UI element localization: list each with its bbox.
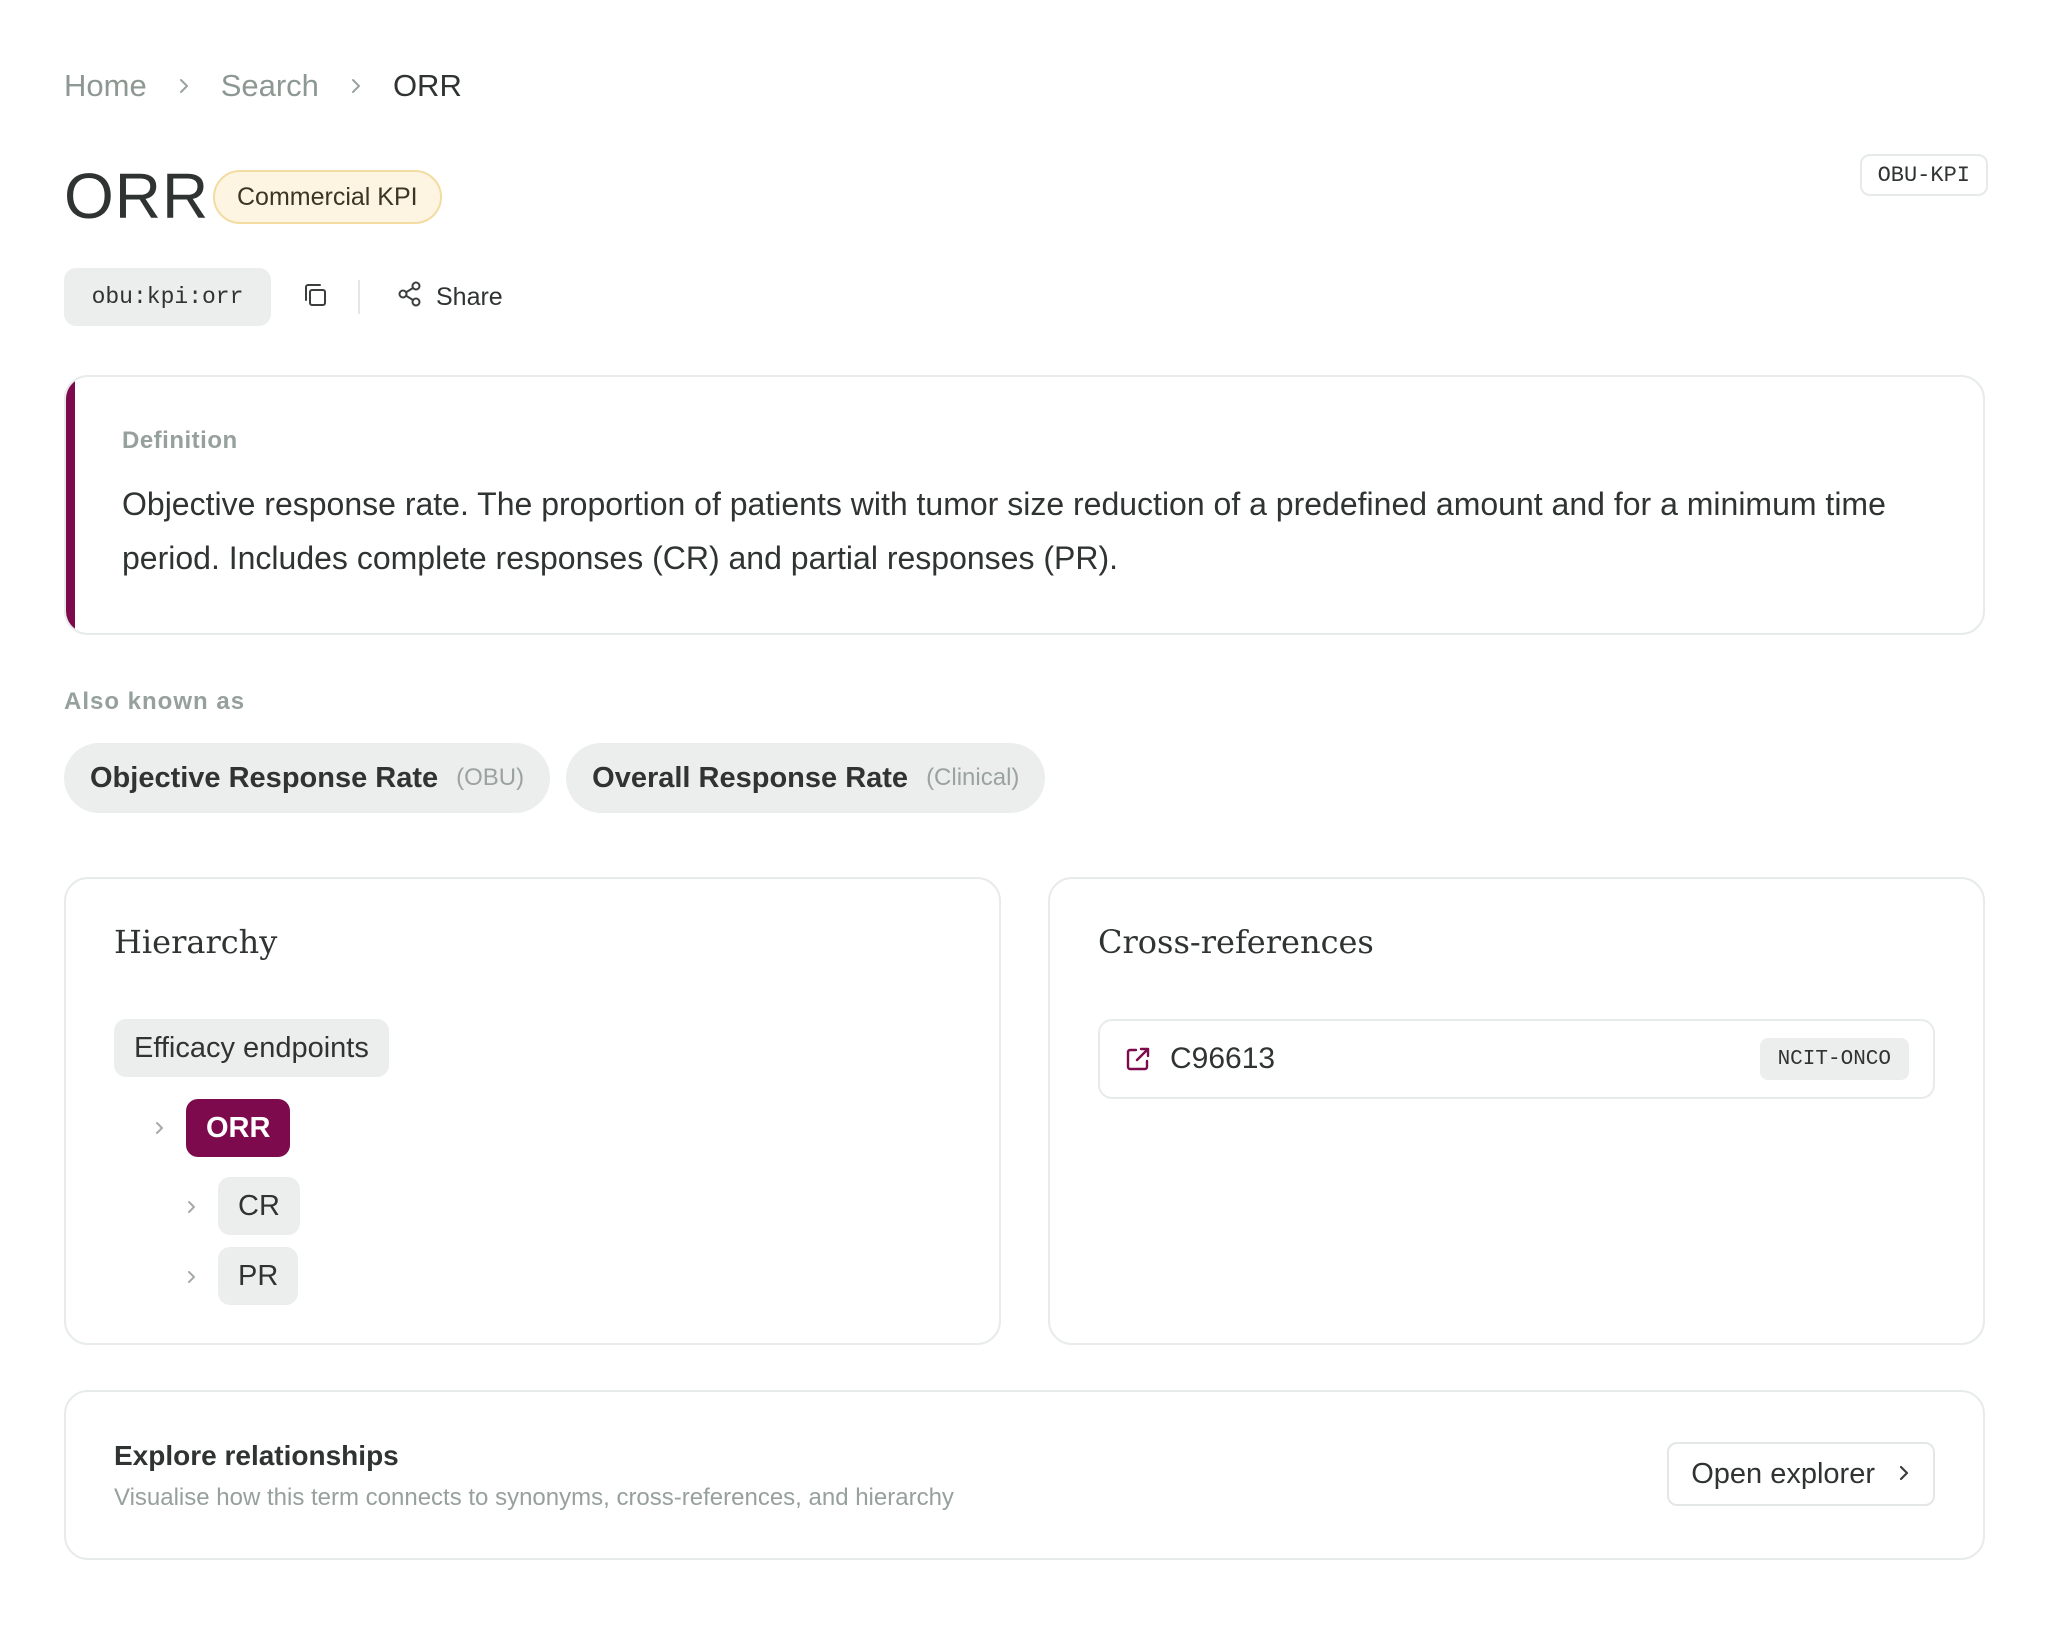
- synonym-source: (Clinical): [926, 764, 1020, 791]
- cross-references-title: Cross-references: [1098, 923, 1374, 961]
- chevron-right-icon: [184, 1197, 200, 1217]
- synonym-pill[interactable]: Overall Response Rate (Clinical): [566, 743, 1046, 813]
- open-explorer-label: Open explorer: [1691, 1457, 1875, 1490]
- external-link-icon: [1124, 1045, 1152, 1073]
- copy-button[interactable]: [296, 278, 334, 316]
- synonym-list: Objective Response Rate (OBU) Overall Re…: [64, 743, 1046, 813]
- breadcrumb: Home Search ORR: [64, 66, 462, 106]
- definition-card: Definition Objective response rate. The …: [64, 375, 1985, 635]
- synonym-pill[interactable]: Objective Response Rate (OBU): [64, 743, 551, 813]
- open-explorer-button[interactable]: Open explorer: [1667, 1442, 1935, 1506]
- hierarchy-parent-node[interactable]: Efficacy endpoints: [114, 1019, 389, 1077]
- chevron-right-icon: [184, 1267, 200, 1287]
- explore-title: Explore relationships: [114, 1440, 399, 1471]
- explore-card: Explore relationships Visualise how this…: [64, 1390, 1985, 1560]
- copy-icon: [301, 281, 329, 314]
- term-id: obu:kpi:orr: [64, 268, 271, 326]
- cross-reference-vocab: NCIT-ONCO: [1759, 1038, 1909, 1080]
- share-icon: [396, 280, 424, 315]
- definition-text: Objective response rate. The proportion …: [122, 486, 1886, 576]
- definition-accent-bar: [66, 377, 75, 633]
- breadcrumb-home[interactable]: Home: [64, 68, 147, 104]
- chevron-right-icon: [152, 1118, 168, 1138]
- hierarchy-current-node[interactable]: ORR: [186, 1099, 291, 1157]
- synonym-source: (OBU): [456, 764, 525, 791]
- aka-label: Also known as: [64, 688, 246, 715]
- cross-reference-code: C96613: [1170, 1042, 1276, 1075]
- definition-label: Definition: [122, 427, 238, 454]
- synonym-name: Objective Response Rate: [90, 761, 439, 794]
- divider: [358, 280, 360, 314]
- hierarchy-child-node[interactable]: PR: [218, 1247, 299, 1305]
- cross-references-card: Cross-references C96613 NCIT-ONCO: [1048, 877, 1985, 1345]
- chevron-right-icon: [175, 77, 193, 95]
- hierarchy-child-node[interactable]: CR: [218, 1177, 300, 1235]
- chevron-right-icon: [1897, 1458, 1911, 1491]
- category-badge: Commercial KPI: [213, 170, 442, 224]
- breadcrumb-current: ORR: [392, 68, 462, 103]
- hierarchy-card: Hierarchy Efficacy endpoints ORR CR PR: [64, 877, 1001, 1345]
- share-label: Share: [436, 282, 503, 311]
- hierarchy-title: Hierarchy: [114, 923, 278, 961]
- share-button[interactable]: Share: [396, 276, 503, 318]
- vocab-code-tag: OBU-KPI: [1859, 154, 1988, 196]
- page-title: ORR: [64, 160, 210, 232]
- chevron-right-icon: [347, 77, 365, 95]
- cross-reference-row[interactable]: C96613 NCIT-ONCO: [1098, 1019, 1935, 1099]
- synonym-name: Overall Response Rate: [592, 761, 909, 794]
- explore-subtitle: Visualise how this term connects to syno…: [114, 1484, 954, 1511]
- breadcrumb-search[interactable]: Search: [221, 68, 319, 104]
